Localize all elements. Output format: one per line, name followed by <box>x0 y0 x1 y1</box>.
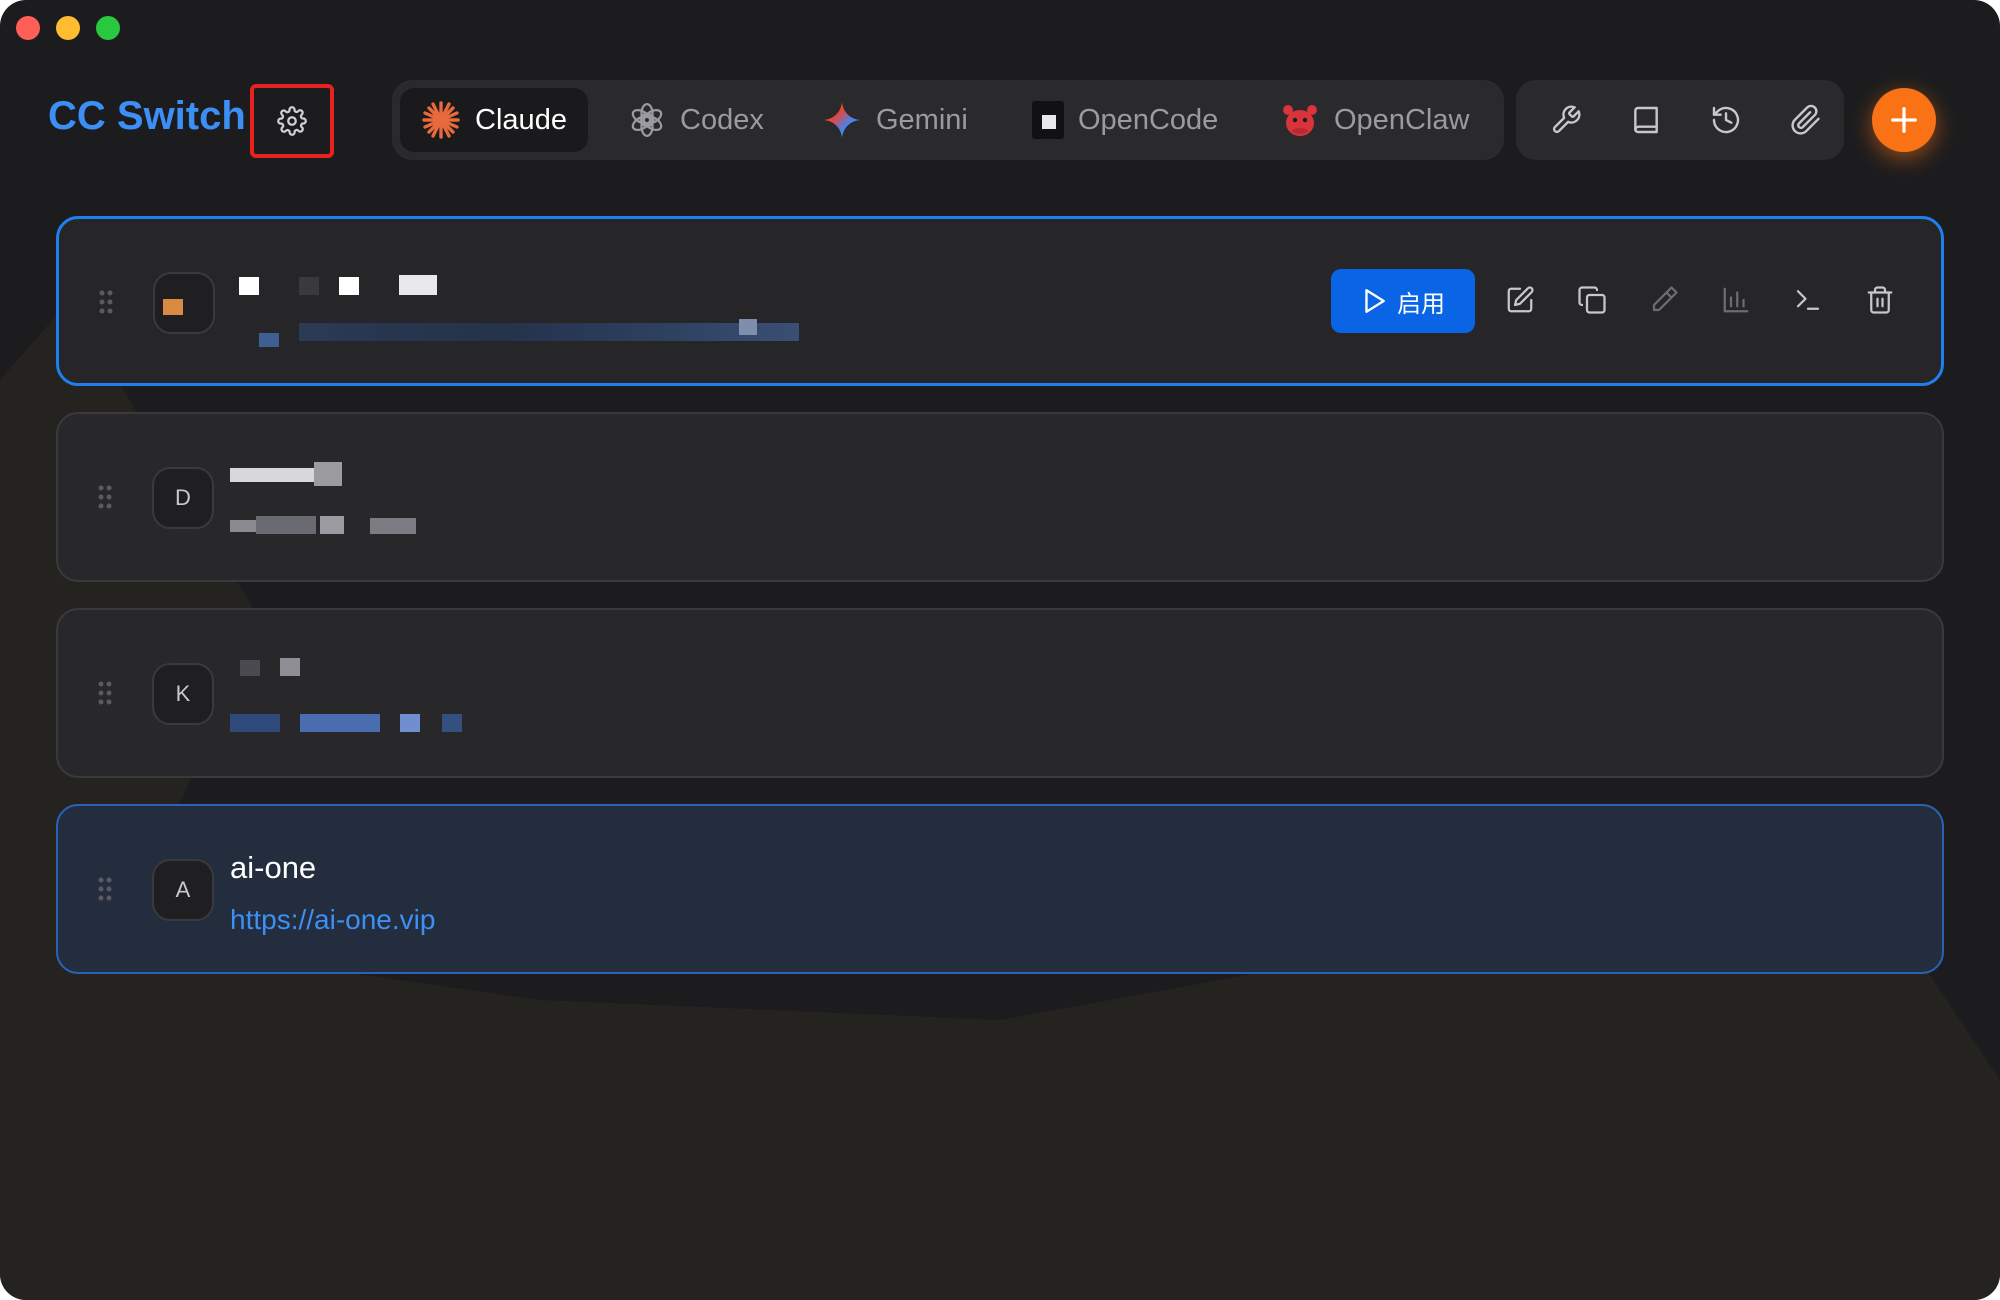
terminal-icon <box>1793 285 1823 315</box>
app-window: CC Switch Claude Codex Gemini OpenCode O… <box>0 0 2000 1300</box>
trash-icon <box>1865 285 1895 315</box>
history-button[interactable] <box>1700 94 1752 146</box>
provider-card[interactable]: A ai-one https://ai-one.vip <box>56 804 1944 974</box>
obscured-url <box>239 319 799 347</box>
claude-starburst-icon <box>421 100 461 140</box>
openai-knot-icon <box>628 101 666 139</box>
provider-name: ai-one <box>230 850 317 885</box>
opencode-square-icon <box>1032 101 1064 139</box>
usage-button[interactable] <box>1713 277 1759 323</box>
usage-chart-icon <box>1721 285 1751 315</box>
obscured-title <box>230 462 350 488</box>
obscured-url <box>230 712 470 736</box>
openclaw-crab-icon <box>1280 100 1320 140</box>
test-button[interactable] <box>1641 277 1687 323</box>
edit-icon <box>1505 285 1535 315</box>
add-provider-button[interactable] <box>1872 88 1936 152</box>
tab-label: OpenCode <box>1078 103 1219 136</box>
tab-label: Claude <box>475 103 567 136</box>
tab-label: Codex <box>680 103 764 136</box>
terminal-button[interactable] <box>1785 277 1831 323</box>
app-title: CC Switch <box>48 94 246 138</box>
provider-card[interactable]: K <box>56 608 1944 778</box>
gear-icon <box>277 106 307 136</box>
window-minimize-button[interactable] <box>56 16 80 40</box>
delete-button[interactable] <box>1857 277 1903 323</box>
play-icon <box>1361 287 1387 315</box>
drag-handle[interactable] <box>98 485 112 509</box>
tab-opencode[interactable]: OpenCode <box>1032 88 1218 152</box>
tab-gemini[interactable]: Gemini <box>822 88 968 152</box>
drag-handle[interactable] <box>98 681 112 705</box>
window-close-button[interactable] <box>16 16 40 40</box>
enable-label: 启用 <box>1397 290 1445 318</box>
paperclip-icon <box>1790 104 1822 136</box>
obscured-title <box>230 654 350 680</box>
copy-icon <box>1577 285 1607 315</box>
app-tab-bar: Claude Codex Gemini OpenCode OpenClaw <box>392 80 1504 160</box>
drag-handle[interactable] <box>98 877 112 901</box>
wrench-icon <box>1550 104 1582 136</box>
gemini-sparkle-icon <box>822 100 862 140</box>
settings-button[interactable] <box>250 84 334 158</box>
prompts-button[interactable] <box>1620 94 1672 146</box>
tab-openclaw[interactable]: OpenClaw <box>1280 88 1469 152</box>
tool-group <box>1516 80 1844 160</box>
mcp-button[interactable] <box>1780 94 1832 146</box>
duplicate-button[interactable] <box>1569 277 1615 323</box>
tab-label: OpenClaw <box>1334 103 1470 136</box>
edit-button[interactable] <box>1497 277 1543 323</box>
skills-button[interactable] <box>1540 94 1592 146</box>
obscured-avatar-color <box>163 299 183 315</box>
test-icon <box>1649 285 1679 315</box>
provider-url-link[interactable]: https://ai-one.vip <box>230 904 435 936</box>
provider-avatar: D <box>152 467 214 529</box>
history-icon <box>1710 104 1742 136</box>
provider-avatar: A <box>152 859 214 921</box>
drag-handle[interactable] <box>99 290 113 314</box>
provider-card[interactable]: D <box>56 412 1944 582</box>
obscured-title <box>239 273 539 299</box>
tab-claude[interactable]: Claude <box>400 88 588 152</box>
provider-card[interactable]: 启用 <box>56 216 1944 386</box>
obscured-url <box>230 516 430 538</box>
tab-codex[interactable]: Codex <box>628 88 764 152</box>
plus-icon <box>1889 105 1919 135</box>
book-icon <box>1630 104 1662 136</box>
provider-avatar: K <box>152 663 214 725</box>
window-maximize-button[interactable] <box>96 16 120 40</box>
tab-label: Gemini <box>876 103 968 136</box>
enable-button[interactable]: 启用 <box>1331 269 1475 333</box>
